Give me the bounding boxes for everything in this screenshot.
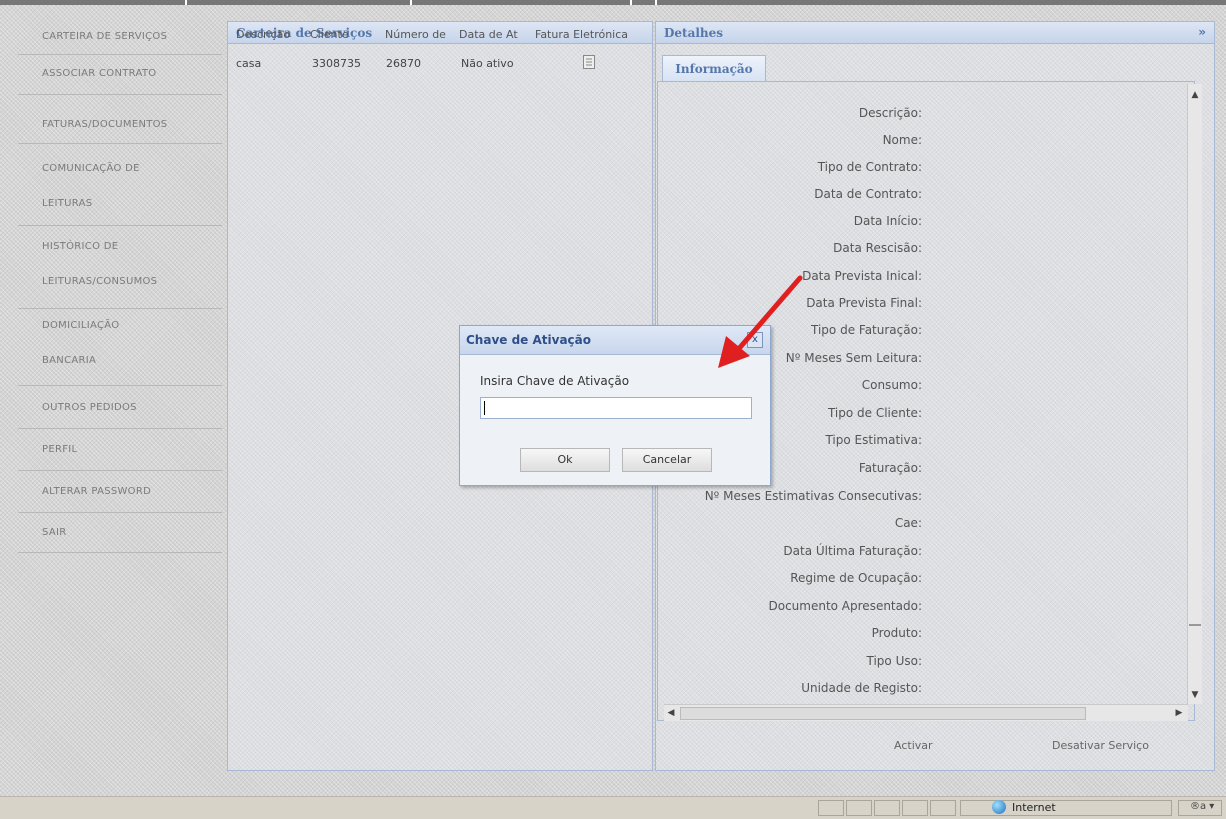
field-label: Unidade de Registo: — [801, 681, 922, 695]
field-label: Nome: — [882, 133, 922, 147]
column-header-descricao[interactable]: Descrição — [236, 28, 292, 41]
ok-button[interactable]: Ok — [520, 448, 610, 472]
sidebar-item-label: OUTROS PEDIDOS — [42, 402, 137, 413]
column-header-numero[interactable]: Número de — [385, 28, 455, 41]
sidebar-item-carteira[interactable]: CARTEIRA DE SERVIÇOS — [18, 18, 222, 55]
zoom-icon[interactable]: ®a ▾ — [1190, 801, 1214, 812]
field-label: Documento Apresentado: — [768, 599, 922, 613]
sidebar-item-label: DOMICILIAÇÃO — [42, 320, 120, 331]
browser-status-bar: Internet ®a ▾ — [0, 796, 1226, 819]
sidebar-item-faturas[interactable]: FATURAS/DOCUMENTOS — [18, 95, 222, 144]
cell-descricao: casa — [236, 57, 262, 70]
field-label: Cae: — [894, 516, 922, 530]
sidebar-item-label: HISTÓRICO DE — [42, 241, 119, 252]
cell-cliente: 3308735 — [312, 57, 361, 70]
globe-icon — [992, 800, 1006, 814]
field-label: Data Rescisão: — [833, 241, 922, 255]
sidebar-item-historico[interactable]: HISTÓRICO DE LEITURAS/CONSUMOS — [18, 226, 222, 309]
cancel-button[interactable]: Cancelar — [622, 448, 712, 472]
field-label: Nº Meses Estimativas Consecutivas: — [704, 489, 922, 503]
sidebar-item-label: BANCARIA — [42, 355, 97, 366]
field-label: Nº Meses Sem Leitura: — [785, 351, 922, 365]
status-cell — [902, 800, 928, 816]
zone-label: Internet — [1012, 801, 1056, 814]
sidebar-item-label: LEITURAS/CONSUMOS — [42, 276, 158, 287]
sidebar-item-perfil[interactable]: PERFIL — [18, 429, 222, 471]
sidebar-item-label: ALTERAR PASSWORD — [42, 486, 152, 497]
column-header-fatura[interactable]: Fatura Eletrónica — [535, 28, 650, 41]
scroll-thumb[interactable] — [1189, 624, 1201, 626]
sidebar-item-sair[interactable]: SAIR — [18, 513, 222, 553]
field-label: Regime de Ocupação: — [790, 571, 922, 585]
sidebar-item-label: CARTEIRA DE SERVIÇOS — [42, 31, 168, 42]
red-arrow-annotation — [718, 275, 803, 368]
sidebar-item-outros[interactable]: OUTROS PEDIDOS — [18, 386, 222, 429]
document-icon[interactable] — [583, 55, 595, 72]
sidebar-item-label: SAIR — [42, 527, 67, 538]
field-label: Consumo: — [861, 378, 922, 392]
sidebar-item-associar[interactable]: ASSOCIAR CONTRATO — [18, 55, 222, 95]
field-label: Data Prevista Final: — [806, 296, 922, 310]
activation-key-label: Insira Chave de Ativação — [480, 374, 630, 388]
scroll-right-icon[interactable]: ▶ — [1172, 706, 1186, 720]
scroll-left-icon[interactable]: ◀ — [664, 706, 678, 720]
field-label: Tipo Estimativa: — [825, 433, 922, 447]
status-cell — [874, 800, 900, 816]
field-label: Tipo de Contrato: — [817, 160, 922, 174]
field-label: Data de Contrato: — [814, 187, 922, 201]
collapse-icon[interactable]: » — [1198, 25, 1206, 39]
field-label: Data Última Faturação: — [783, 544, 922, 558]
field-label: Tipo Uso: — [866, 654, 923, 668]
field-label: Faturação: — [858, 461, 922, 475]
sidebar-item-label: COMUNICAÇÃO DE — [42, 163, 140, 174]
cell-numero: 26870 — [386, 57, 421, 70]
horizontal-scrollbar[interactable]: ◀ ▶ — [664, 704, 1188, 721]
vertical-scrollbar[interactable]: ▲ ▼ — [1187, 84, 1202, 704]
activation-key-input[interactable] — [480, 397, 752, 419]
field-label: Descrição: — [858, 106, 922, 120]
deactivate-service-button[interactable]: Desativar Serviço — [1052, 739, 1149, 752]
field-label: Produto: — [871, 626, 922, 640]
cell-data: Não ativo — [461, 57, 514, 70]
activate-button[interactable]: Activar — [894, 739, 933, 752]
sidebar-item-label: PERFIL — [42, 444, 78, 455]
scroll-thumb[interactable] — [680, 707, 1086, 720]
scroll-up-icon[interactable]: ▲ — [1188, 88, 1202, 102]
sidebar-nav: CARTEIRA DE SERVIÇOS ASSOCIAR CONTRATO F… — [18, 18, 222, 553]
field-label: Data Início: — [853, 214, 922, 228]
scroll-down-icon[interactable]: ▼ — [1188, 688, 1202, 702]
sidebar-item-domiciliacao[interactable]: DOMICILIAÇÃO BANCARIA — [18, 309, 222, 386]
status-cell — [818, 800, 844, 816]
sidebar-item-comunicacao[interactable]: COMUNICAÇÃO DE LEITURAS — [18, 144, 222, 226]
column-header-cliente[interactable]: Cliente — [310, 28, 360, 41]
field-label: Tipo de Cliente: — [827, 406, 922, 420]
column-header-data[interactable]: Data de At — [459, 28, 529, 41]
sidebar-item-label: LEITURAS — [42, 198, 93, 209]
dialog-title: Chave de Ativação — [466, 333, 592, 347]
field-label: Tipo de Faturação: — [811, 323, 922, 337]
sidebar-item-label: ASSOCIAR CONTRATO — [42, 68, 157, 79]
sidebar-item-password[interactable]: ALTERAR PASSWORD — [18, 471, 222, 513]
field-label: Data Prevista Inical: — [802, 269, 922, 283]
status-cell — [930, 800, 956, 816]
top-frame-border — [0, 0, 1226, 5]
status-cell — [846, 800, 872, 816]
